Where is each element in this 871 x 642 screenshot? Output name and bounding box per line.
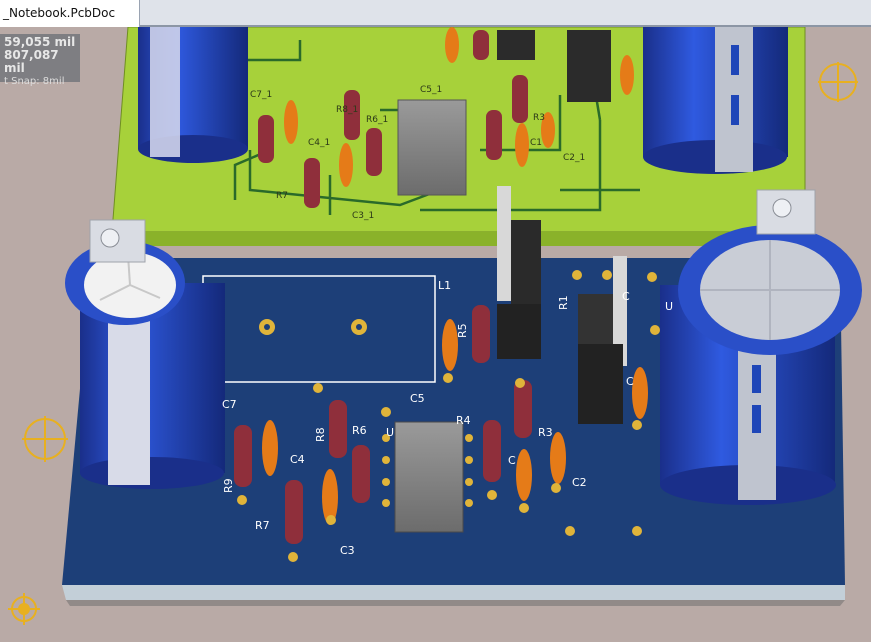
silk-r4: R4 bbox=[456, 414, 471, 427]
silk-u: U bbox=[386, 426, 394, 439]
silk-top-c7-1: C7_1 bbox=[250, 90, 272, 100]
silk-c5: C5 bbox=[410, 392, 425, 405]
silk-top-r3: R3 bbox=[533, 113, 545, 123]
bottom-ic-u1 bbox=[382, 421, 473, 533]
silk-top-r7: R7 bbox=[276, 191, 288, 201]
top-capacitor-right bbox=[643, 27, 788, 174]
silk-r7: R7 bbox=[255, 519, 270, 532]
snap-target-icon[interactable] bbox=[8, 593, 40, 625]
silk-top-c2-1: C2_1 bbox=[563, 153, 585, 163]
terminal-left bbox=[89, 219, 146, 263]
silk-top-r8-1: R8_1 bbox=[336, 105, 358, 115]
bottom-capacitor-right bbox=[660, 225, 862, 505]
silk-c: C bbox=[626, 375, 634, 388]
silk-top-r6-1: R6_1 bbox=[366, 115, 388, 125]
silk-c-top: C bbox=[622, 290, 630, 303]
pcb-3d-view[interactable]: _Notebook.PcbDoc 59,055 mil 807,087 mil … bbox=[0, 0, 871, 642]
silk-top-c5-1: C5_1 bbox=[420, 85, 442, 95]
silk-c3: C3 bbox=[340, 544, 355, 557]
silk-r3: R3 bbox=[538, 426, 553, 439]
origin-crosshair-icon-right[interactable] bbox=[818, 62, 858, 102]
silk-top-c1: C1 bbox=[530, 138, 542, 148]
silk-u-right: U bbox=[665, 300, 673, 313]
top-capacitor-left bbox=[138, 27, 248, 163]
silk-r5: R5 bbox=[456, 323, 469, 338]
silk-r8: R8 bbox=[314, 427, 327, 442]
tab-notebook-pcbdoc[interactable]: _Notebook.PcbDoc bbox=[0, 0, 140, 27]
silk-r1: R1 bbox=[557, 295, 570, 310]
pcb-3d-canvas[interactable]: C7_1 C4_1 C5_1 R6_1 R8_1 R7 C3_1 C2_1 C1… bbox=[0, 27, 871, 642]
terminal-right bbox=[756, 189, 816, 235]
document-tab-bar: _Notebook.PcbDoc bbox=[0, 0, 871, 27]
silk-r6: R6 bbox=[352, 424, 367, 437]
silk-c-small: C bbox=[508, 454, 516, 467]
silk-c7: C7 bbox=[222, 398, 237, 411]
silk-top-c4-1: C4_1 bbox=[308, 138, 330, 148]
silk-c2: C2 bbox=[572, 476, 587, 489]
silk-r9: R9 bbox=[222, 478, 235, 493]
silk-c4: C4 bbox=[290, 453, 305, 466]
silk-l1: L1 bbox=[438, 279, 451, 292]
origin-crosshair-icon[interactable] bbox=[22, 416, 68, 462]
silk-top-c3-1: C3_1 bbox=[352, 211, 374, 221]
